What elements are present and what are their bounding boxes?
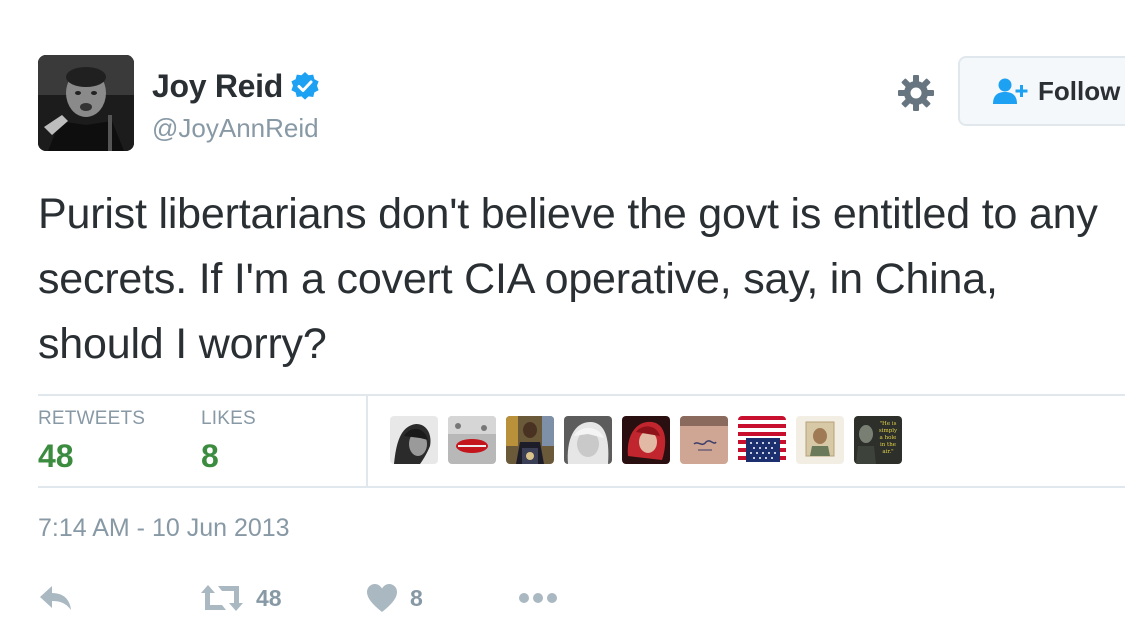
liker-avatar-bw-portrait[interactable] xyxy=(390,416,438,464)
liker-avatar-back-tattoo[interactable] xyxy=(680,416,728,464)
retweets-stat[interactable]: RETWEETS 48 xyxy=(38,408,145,475)
add-user-icon xyxy=(992,77,1032,105)
reply-button[interactable] xyxy=(38,580,74,616)
verified-badge-icon xyxy=(289,71,321,103)
retweet-button[interactable]: 48 xyxy=(200,580,282,616)
liker-avatar-blonde-woman[interactable] xyxy=(564,416,612,464)
author-display-name[interactable]: Joy Reid xyxy=(152,68,283,105)
author-avatar[interactable] xyxy=(38,55,134,151)
stats-divider-top xyxy=(38,394,1125,396)
liker-avatars: "He is simply a hole in the air." xyxy=(390,416,912,464)
liker-avatar-podium-speaker[interactable] xyxy=(506,416,554,464)
retweet-count: 48 xyxy=(256,584,282,611)
stats-divider-bottom xyxy=(38,486,1125,488)
retweet-icon xyxy=(201,585,243,611)
follow-button[interactable]: Follow xyxy=(958,56,1125,126)
liker-avatar-us-flag[interactable] xyxy=(738,416,786,464)
author-name-row[interactable]: Joy Reid xyxy=(152,68,321,105)
more-options-button[interactable] xyxy=(518,580,558,616)
likes-stat[interactable]: LIKES 8 xyxy=(201,408,256,475)
tweet-text: Purist libertarians don't believe the go… xyxy=(38,190,1098,368)
likes-count: 8 xyxy=(201,438,219,474)
liker-avatar-red-hair[interactable] xyxy=(622,416,670,464)
tweet-timestamp[interactable]: 7:14 AM - 10 Jun 2013 xyxy=(38,514,290,543)
author-handle[interactable]: @JoyAnnReid xyxy=(152,113,319,144)
heart-icon xyxy=(367,584,397,612)
retweets-count: 48 xyxy=(38,438,74,474)
more-dots-icon xyxy=(519,593,557,603)
liker-avatar-vintage-portrait[interactable] xyxy=(796,416,844,464)
tweet-page: Joy Reid @JoyAnnReid Follow Purist liber… xyxy=(0,0,1125,639)
liker-avatar-red-lips[interactable] xyxy=(448,416,496,464)
follow-label: Follow xyxy=(1038,75,1121,106)
stats-divider-vertical xyxy=(366,396,368,486)
like-button[interactable]: 8 xyxy=(366,580,423,616)
retweets-label: RETWEETS xyxy=(38,408,146,429)
reply-icon xyxy=(40,586,71,610)
like-count: 8 xyxy=(410,584,423,611)
likes-label: LIKES xyxy=(201,408,256,429)
avatar-photo-icon xyxy=(38,55,134,151)
gear-icon[interactable] xyxy=(896,73,936,113)
liker-avatar-quote-photo[interactable]: "He is simply a hole in the air." xyxy=(854,416,902,464)
